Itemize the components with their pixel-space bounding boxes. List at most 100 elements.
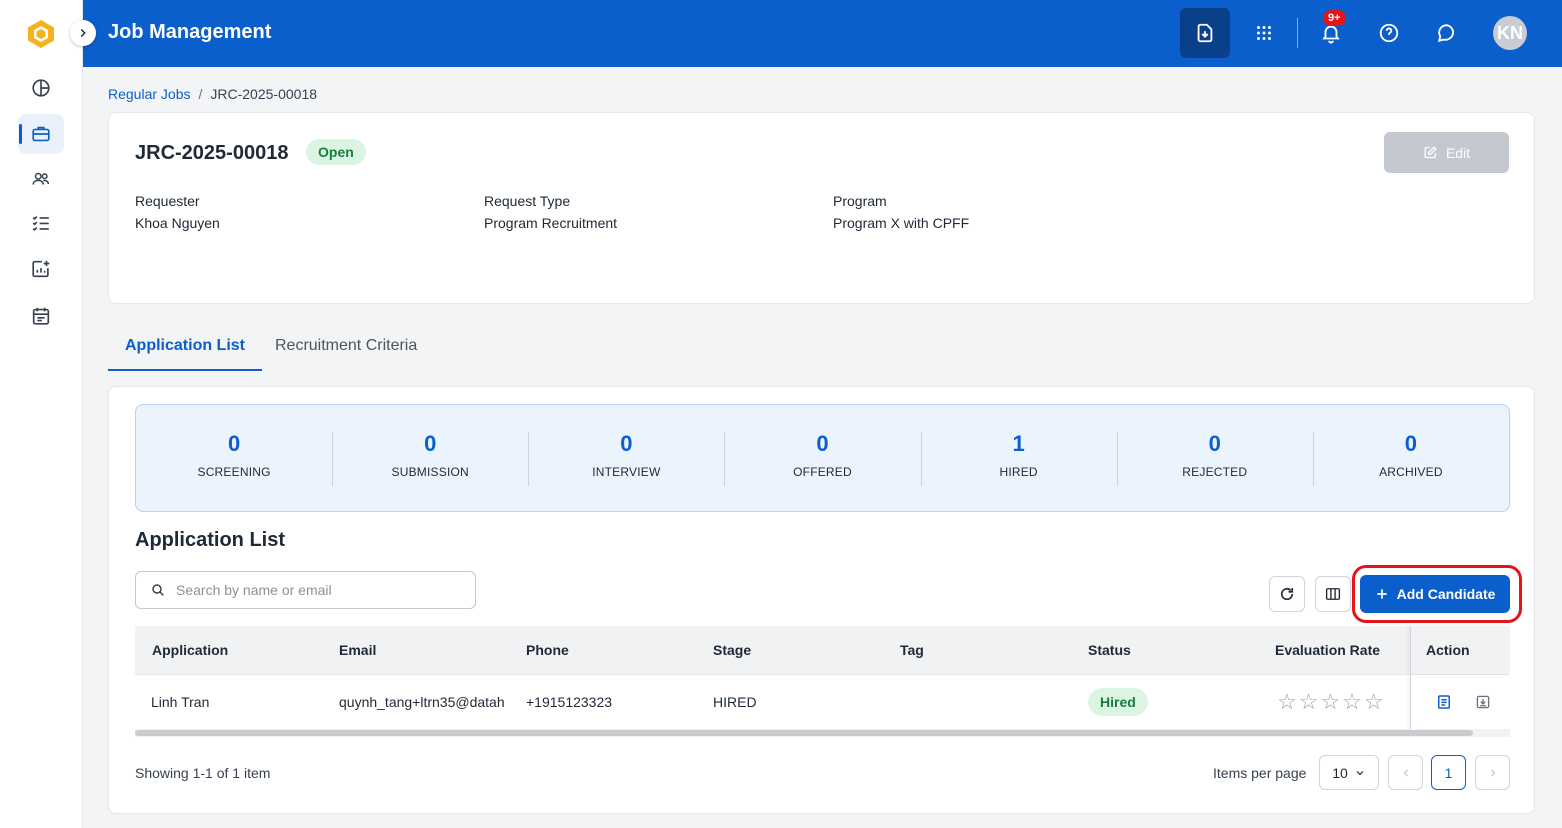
action-column-header: Action: [1410, 626, 1510, 674]
download-button[interactable]: [1180, 8, 1230, 58]
edit-icon: [1424, 146, 1437, 159]
document-icon: [1438, 695, 1450, 709]
rating-stars[interactable]: ☆☆☆☆☆: [1277, 689, 1386, 715]
tab-recruitment-criteria[interactable]: Recruitment Criteria: [258, 325, 434, 371]
users-icon: [32, 172, 50, 185]
search-icon: [152, 584, 164, 596]
column-header-phone[interactable]: Phone: [526, 626, 569, 674]
add-candidate-button[interactable]: Add Candidate: [1360, 575, 1510, 613]
help-icon: [1379, 23, 1399, 43]
requester-value: Khoa Nguyen: [135, 215, 220, 231]
cell-evaluation-rate: ☆☆☆☆☆: [1277, 675, 1386, 729]
topbar-divider: [1297, 18, 1298, 48]
refresh-icon: [1280, 587, 1294, 601]
column-header-action: Action: [1426, 642, 1470, 658]
edit-button[interactable]: Edit: [1384, 132, 1509, 173]
table-row[interactable]: Linh Tran quynh_tang+ltrn35@datah +19151…: [135, 675, 1510, 729]
status-badge: Open: [306, 139, 366, 165]
file-download-icon: [1197, 23, 1213, 43]
archive-button[interactable]: [1474, 675, 1492, 729]
view-details-button[interactable]: [1435, 675, 1453, 729]
breadcrumb: Regular Jobs / JRC-2025-00018: [108, 86, 317, 102]
stat-value: 0: [227, 431, 241, 456]
column-header-status[interactable]: Status: [1088, 626, 1131, 674]
tab-bar: Application List Recruitment Criteria: [108, 325, 708, 371]
column-header-stage[interactable]: Stage: [713, 626, 751, 674]
calendar-icon: [32, 307, 50, 325]
next-page-button[interactable]: [1475, 755, 1510, 790]
edit-button-label: Edit: [1445, 144, 1471, 161]
page-button-1[interactable]: 1: [1431, 755, 1466, 790]
top-bar: Job Management 9+ KN: [83, 0, 1562, 67]
stat-label: SCREENING: [197, 465, 271, 479]
refresh-button[interactable]: [1269, 576, 1305, 612]
apps-button[interactable]: [1245, 13, 1283, 53]
chevron-right-icon: [80, 28, 86, 38]
prev-page-button[interactable]: [1388, 755, 1423, 790]
user-avatar[interactable]: KN: [1493, 16, 1527, 50]
chat-button[interactable]: [1428, 13, 1466, 53]
items-per-page-select[interactable]: 10: [1319, 755, 1379, 790]
application-list-card: 0 SCREENING 0 SUBMISSION 0 INTERVIEW 0 OFFER…: [108, 386, 1535, 814]
stat-offered[interactable]: 0 OFFERED: [724, 405, 920, 511]
plus-icon: [1376, 589, 1387, 599]
chart-add-icon: [32, 260, 50, 278]
showing-count: Showing 1-1 of 1 item: [135, 765, 271, 781]
stat-hired[interactable]: 1 HIRED: [920, 405, 1117, 511]
program-label: Program: [833, 193, 887, 209]
tab-application-list[interactable]: Application List: [108, 325, 262, 371]
sidebar-item-reports[interactable]: [18, 249, 64, 289]
cell-email: quynh_tang+ltrn35@datah: [339, 694, 505, 710]
stat-value: 0: [424, 431, 437, 456]
sidebar-item-calendar[interactable]: [18, 296, 64, 336]
column-header-application[interactable]: Application: [152, 626, 228, 674]
stat-value: 1: [1012, 431, 1025, 456]
cell-application[interactable]: Linh Tran: [151, 675, 209, 729]
sidebar-item-tasks[interactable]: [18, 203, 64, 243]
chevron-down-icon: [1356, 770, 1364, 775]
horizontal-scrollbar[interactable]: [135, 729, 1510, 737]
briefcase-icon: [32, 126, 50, 142]
cell-status: Hired: [1088, 675, 1148, 729]
stat-rejected[interactable]: 0 REJECTED: [1116, 405, 1313, 511]
cell-phone: +1915123323: [526, 694, 613, 710]
stage-stats: 0 SCREENING 0 SUBMISSION 0 INTERVIEW 0 OFFER…: [135, 404, 1510, 512]
stat-screening[interactable]: 0 SCREENING: [136, 405, 332, 511]
columns-button[interactable]: [1315, 576, 1351, 612]
notification-badge: 9+: [1323, 10, 1346, 26]
request-type-label: Request Type: [484, 193, 571, 209]
breadcrumb-separator: /: [198, 86, 203, 102]
column-header-evaluation-rate[interactable]: Evaluation Rate: [1275, 626, 1380, 674]
items-per-page-label: Items per page: [1213, 765, 1307, 781]
sidebar-item-dashboard[interactable]: [18, 68, 64, 108]
archive-icon: [1476, 695, 1490, 709]
column-header-tag[interactable]: Tag: [900, 626, 924, 674]
stat-label: HIRED: [999, 465, 1038, 479]
stat-value: 0: [1404, 431, 1418, 456]
dashboard-icon: [32, 79, 50, 97]
app-logo[interactable]: [25, 18, 57, 50]
stat-value: 0: [816, 431, 829, 456]
stat-interview[interactable]: 0 INTERVIEW: [528, 405, 724, 511]
breadcrumb-current: JRC-2025-00018: [210, 86, 318, 102]
column-header-email[interactable]: Email: [339, 626, 376, 674]
search-input[interactable]: [176, 582, 456, 598]
sidebar-item-candidates[interactable]: [18, 159, 64, 199]
columns-icon: [1325, 588, 1341, 600]
checklist-icon: [32, 215, 49, 232]
breadcrumb-link-regular-jobs[interactable]: Regular Jobs: [108, 86, 191, 102]
stat-submission[interactable]: 0 SUBMISSION: [332, 405, 528, 511]
section-title: Application List: [135, 529, 285, 551]
chevron-left-icon: [1403, 769, 1408, 776]
stat-label: REJECTED: [1182, 465, 1248, 479]
stat-value: 0: [1208, 431, 1221, 456]
scrollbar-thumb[interactable]: [135, 730, 1473, 736]
job-code: JRC-2025-00018: [135, 142, 289, 164]
stat-label: ARCHIVED: [1379, 465, 1443, 479]
help-button[interactable]: [1370, 13, 1408, 53]
sidebar-item-jobs[interactable]: [18, 114, 64, 154]
application-table: Application Email Phone Stage Tag Status…: [135, 626, 1510, 737]
stat-archived[interactable]: 0 ARCHIVED: [1312, 405, 1509, 511]
sidebar-expand-button[interactable]: [70, 20, 96, 46]
job-info-card: JRC-2025-00018 Open Edit Requester Khoa …: [108, 112, 1535, 304]
